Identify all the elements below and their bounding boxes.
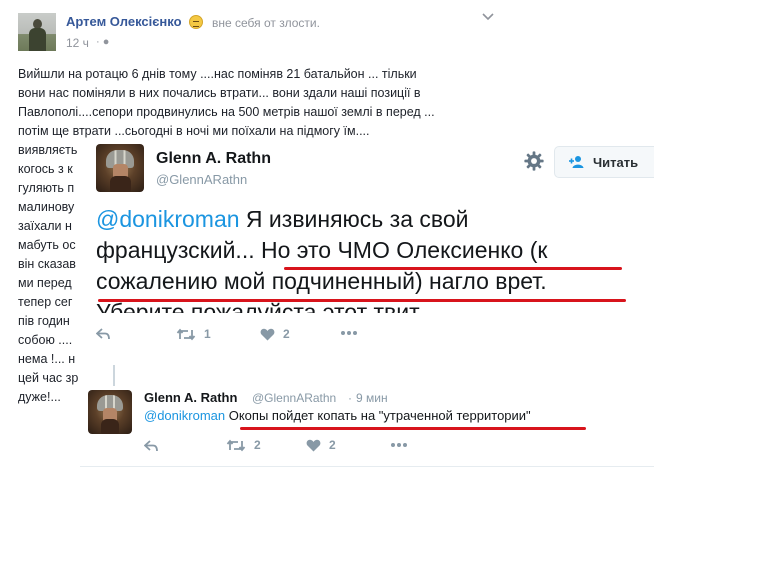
- like-heart-icon: [260, 329, 275, 341]
- more-dots-icon[interactable]: [340, 330, 358, 336]
- author-avatar[interactable]: [18, 13, 56, 51]
- tweet-author-avatar[interactable]: [96, 144, 144, 192]
- post-text-line: Вийшли на ротацю 6 днів тому ....нас пом…: [18, 67, 417, 81]
- globe-privacy-icon[interactable]: · ●: [96, 36, 109, 48]
- tweet-text: @donikroman Я извиняюсь за свой французс…: [96, 204, 651, 313]
- more-dots-icon[interactable]: [390, 442, 408, 448]
- tweet-author-handle[interactable]: @GlennARathn: [252, 391, 336, 405]
- feeling-angry-emoji-icon: [189, 15, 203, 29]
- chevron-down-icon[interactable]: [482, 12, 494, 22]
- tweet-mention-link[interactable]: @donikroman: [144, 408, 225, 423]
- post-text-line: нема !... н: [18, 352, 76, 366]
- reply-tweet-card: Glenn A. Rathn @GlennARathn · 9 мин @don…: [80, 386, 654, 467]
- tweet-mention-link[interactable]: @donikroman: [96, 206, 240, 232]
- reply-arrow-icon[interactable]: [96, 328, 110, 340]
- tweet-text-line: французский... Но это ЧМО Олексиенко (к: [96, 237, 548, 263]
- retweet-count: 1: [204, 327, 211, 341]
- post-timestamp[interactable]: 12 ч: [66, 36, 89, 50]
- meta-separator: ·: [348, 391, 352, 405]
- tweet-author-avatar[interactable]: [88, 390, 132, 434]
- privacy-separator: ·: [96, 36, 100, 48]
- red-underline-mark: [240, 427, 586, 430]
- red-underline-mark: [284, 267, 622, 270]
- tweet-text-part: Я извиняюсь за свой: [239, 206, 469, 232]
- tweet-text-line: сожалению мой подчиненный) нагло врет.: [96, 268, 547, 294]
- follow-person-plus-icon: [569, 156, 584, 168]
- post-text-line: Павлополі....сепори продвинулись на 500 …: [18, 105, 435, 119]
- author-name-link[interactable]: Артем Олексієнко: [66, 14, 182, 29]
- post-text-line: вони нас поміняли в них почались втрати.…: [18, 86, 421, 100]
- retweet-icon: [176, 328, 196, 341]
- thread-connector-line: [113, 365, 115, 387]
- follow-button[interactable]: Читать: [554, 146, 654, 178]
- settings-gear-icon[interactable]: [523, 150, 545, 172]
- tweet-author-name[interactable]: Glenn A. Rathn: [144, 390, 237, 405]
- avatar-body: [29, 28, 46, 51]
- red-underline-mark: [98, 299, 626, 302]
- like-button[interactable]: 2: [260, 327, 290, 341]
- avatar-beard: [101, 419, 119, 434]
- tweet-text: @donikroman Окопы пойдет копать на "утра…: [144, 408, 531, 423]
- tweet-author-handle[interactable]: @GlennARathn: [156, 172, 247, 187]
- like-count: 2: [283, 327, 290, 341]
- like-heart-icon: [306, 440, 321, 452]
- main-tweet-card: Glenn A. Rathn @GlennARathn Читать @doni…: [88, 138, 654, 351]
- follow-button-label: Читать: [593, 155, 639, 170]
- tweet-author-name[interactable]: Glenn A. Rathn: [156, 150, 271, 168]
- like-button[interactable]: 2: [306, 438, 336, 452]
- avatar-beard: [110, 176, 131, 192]
- retweet-button[interactable]: 2: [226, 438, 261, 452]
- reply-arrow-icon[interactable]: [144, 440, 158, 452]
- tweet-timestamp[interactable]: 9 мин: [356, 391, 388, 405]
- retweet-button[interactable]: 1: [176, 327, 211, 341]
- retweet-icon: [226, 439, 246, 452]
- like-count: 2: [329, 438, 336, 452]
- retweet-count: 2: [254, 438, 261, 452]
- feeling-text: вне себя от злости.: [212, 16, 320, 30]
- tweet-text-part: Окопы пойдет копать на "утраченной терри…: [225, 408, 531, 423]
